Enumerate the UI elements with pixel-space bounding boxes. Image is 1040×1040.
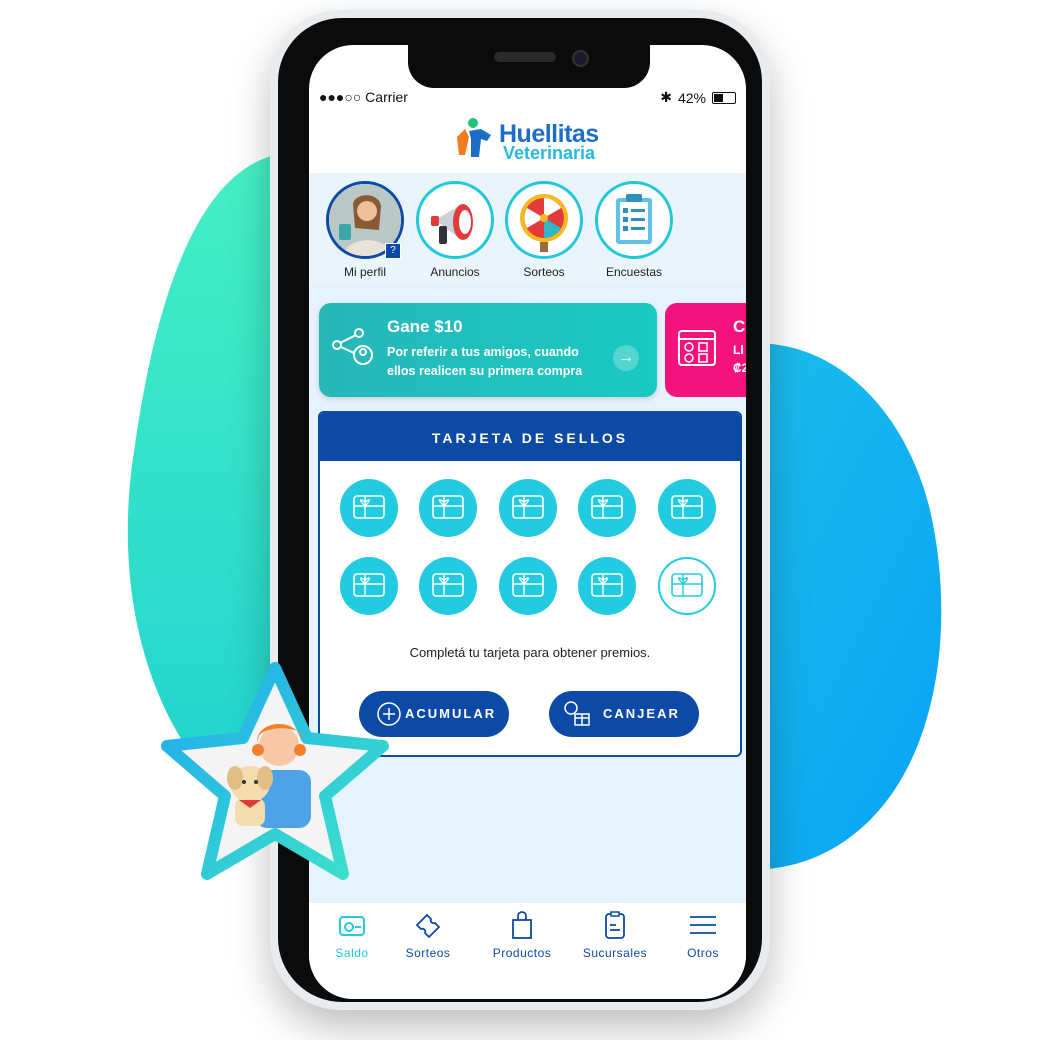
story-encuestas[interactable]: Encuestas	[594, 181, 674, 279]
carrier-label: ●●●○○ Carrier	[319, 89, 408, 105]
bottom-tab-bar: Saldo Sorteos Productos Sucursales Otros	[309, 903, 746, 999]
status-right: ✱ 42%	[660, 89, 736, 106]
status-bar: ●●●○○ Carrier ✱ 42%	[309, 89, 746, 109]
megaphone-icon	[431, 204, 473, 244]
gift-card-icon	[432, 573, 464, 597]
redeem-label: CANJEAR	[603, 706, 680, 721]
tab-label: Productos	[492, 946, 552, 960]
story-anuncios[interactable]: Anuncios	[415, 181, 495, 279]
gift-card-icon	[512, 495, 544, 519]
gift-card-icon	[353, 573, 385, 597]
share-icon	[332, 328, 373, 365]
stamp-empty	[658, 557, 716, 615]
story-circle	[505, 181, 583, 259]
gift-card-icon	[591, 495, 623, 519]
tab-label: Saldo	[335, 946, 369, 960]
menu-icon	[690, 916, 716, 934]
tab-label: Sucursales	[582, 946, 648, 960]
next-promo-title: Co	[733, 317, 746, 336]
bluetooth-icon: ✱	[660, 89, 672, 105]
tab-label: Otros	[687, 946, 719, 960]
stamp-message: Completá tu tarjeta para obtener premios…	[409, 645, 651, 660]
story-sorteos[interactable]: Sorteos	[504, 181, 584, 279]
battery-label: 42%	[677, 89, 706, 106]
wallet-icon	[339, 916, 365, 936]
story-label: Encuestas	[605, 265, 663, 279]
next-promo-card[interactable]: Co Ll ₡2	[665, 303, 746, 397]
stamp-card-title: TARJETA DE SELLOS	[320, 413, 740, 461]
stories-row: ? Mi perfil Anuncios Sorteos Encuestas	[309, 173, 746, 283]
app-logo: Huellitas Veterinaria	[449, 115, 619, 165]
stamp-filled	[419, 479, 477, 537]
next-promo-extra: ₡2	[733, 361, 746, 375]
referral-title: Gane $10	[387, 317, 463, 336]
stamp-filled	[578, 479, 636, 537]
notch	[408, 42, 650, 88]
promo-carousel[interactable]: Gane $10 Por referir a tus amigos, cuand…	[319, 303, 746, 397]
logo-subtitle: Veterinaria	[503, 143, 596, 163]
story-label: Sorteos	[523, 265, 565, 279]
stamp-filled	[340, 557, 398, 615]
stamp-filled	[340, 479, 398, 537]
story-circle	[416, 181, 494, 259]
gift-card-icon	[671, 573, 703, 597]
stamp-filled	[499, 479, 557, 537]
star-badge	[161, 662, 389, 880]
arrow-right-icon[interactable]: →	[613, 345, 639, 371]
stamp-filled	[658, 479, 716, 537]
gift-card-icon	[671, 495, 703, 519]
referral-card[interactable]: Gane $10 Por referir a tus amigos, cuand…	[319, 303, 657, 397]
story-label: Anuncios	[430, 265, 480, 279]
paw-logo-icon	[457, 118, 491, 157]
store-list-icon	[605, 911, 625, 939]
gift-icon	[564, 701, 590, 726]
tab-sucursales[interactable]: Sucursales	[572, 911, 658, 960]
tab-productos[interactable]: Productos	[479, 911, 565, 960]
referral-text: Por referir a tus amigos, cuando ellos r…	[387, 345, 583, 378]
boy-face	[259, 726, 299, 766]
story-mi-perfil[interactable]: ? Mi perfil	[325, 181, 405, 279]
next-promo-text: Ll	[733, 343, 744, 357]
gift-card-icon	[432, 495, 464, 519]
gift-card-icon	[512, 573, 544, 597]
speaker	[494, 52, 556, 62]
stamp-filled	[578, 557, 636, 615]
battery-icon	[712, 91, 736, 104]
story-label: Mi perfil	[343, 265, 386, 279]
accumulate-label: ACUMULAR	[405, 706, 497, 721]
shopping-bag-icon	[512, 911, 532, 939]
stamp-filled	[499, 557, 557, 615]
gift-card-icon	[591, 573, 623, 597]
survey-window-icon	[678, 330, 716, 366]
profile-badge: ?	[385, 243, 401, 259]
clipboard-icon	[616, 194, 652, 244]
gift-card-icon	[353, 495, 385, 519]
wheel-icon	[520, 194, 568, 252]
tab-label: Sorteos	[405, 946, 451, 960]
tab-otros[interactable]: Otros	[660, 911, 746, 960]
tab-sorteos[interactable]: Sorteos	[385, 911, 471, 960]
redeem-button[interactable]: CANJEAR	[549, 691, 699, 737]
camera	[572, 50, 589, 67]
ticket-icon	[415, 913, 441, 939]
stamp-filled	[419, 557, 477, 615]
tab-saldo[interactable]: Saldo	[309, 911, 395, 960]
story-circle	[595, 181, 673, 259]
